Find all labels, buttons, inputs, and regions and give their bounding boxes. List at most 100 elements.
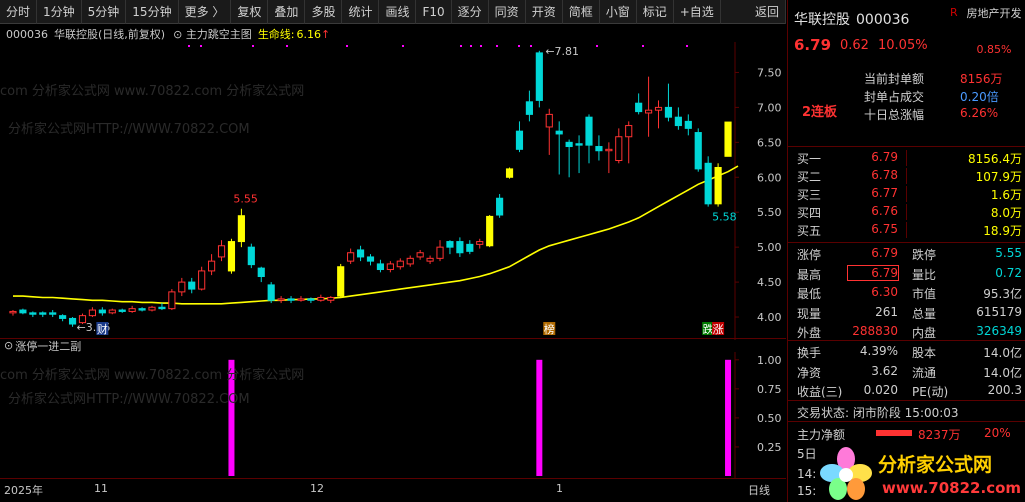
dragon-tiger-marker: 榜 [544,322,555,336]
sector-name[interactable]: 房地产开发 [966,7,1022,21]
bid-row[interactable]: 买四 6.76 8.0万 [788,204,1025,220]
stat-label: 最高 [797,267,822,282]
consecutive-limit-badge: 2连板 [802,105,838,120]
toolbar-item[interactable]: 小窗 [600,0,637,24]
toolbar-item[interactable]: F10 [416,0,452,24]
toolbar-item[interactable]: 多股 [305,0,343,24]
toolbar-item[interactable]: 分时 [0,0,38,24]
stat-value: 6.79 [871,246,898,260]
y-tick-label: 5.50 [757,206,782,219]
candle-body [19,309,27,314]
signal-bar [725,359,732,476]
toolbar-item[interactable]: 逐分 [452,0,489,24]
site-logo: 分析家公式网 www.70822.com [816,443,1025,502]
stat-value: 6.30 [871,285,898,299]
indicator-label: 主力跳空主图 [185,28,252,41]
toolbar-item[interactable]: +自选 [674,0,721,24]
candle-body [615,136,623,162]
signal-dot [642,45,644,47]
toolbar-item[interactable]: 叠加 [268,0,306,24]
candle-body [446,241,454,248]
toolbar-item[interactable]: 统计 [342,0,380,24]
candlestick-chart[interactable]: 7.50 7.00 6.50 6.00 5.50 5.00 4.50 4.00 5.55 ←7.8… [0,42,786,340]
seal-label: 十日总涨幅 [864,108,925,122]
candle-body [605,148,613,152]
price-change: 0.62 [840,38,869,53]
stat-label: 换手 [797,346,822,360]
sector-pct: 0.85% [976,43,1012,56]
toolbar-item[interactable]: 开资 [526,0,563,24]
bid-row[interactable]: 买一 6.79 8156.4万 [788,150,1025,166]
signal-dot [286,45,288,47]
candle-body [555,130,563,135]
bid-row[interactable]: 买五 6.75 18.9万 [788,222,1025,238]
stat-label: 跌停 [912,248,937,262]
candle-body [635,102,643,113]
stat-row: 现量 261 总量 615179 [788,305,1025,321]
net-flow-value: 8237万 [918,428,961,442]
sub-indicator-icon[interactable]: ⊙ [4,339,13,352]
stat-value: 3.62 [871,363,898,378]
stat-row: 最高 6.79 量比 0.72 [788,264,1025,282]
candle-body [366,256,375,262]
life-line-ma [13,165,739,305]
candle-body [158,306,166,310]
toolbar-item[interactable]: 返回 [749,0,786,24]
candle-body [585,116,593,146]
toolbar-item[interactable]: 画线 [379,0,417,24]
candle-body [9,310,17,314]
life-line-value: 6.16 [296,27,322,41]
column-divider [906,150,907,166]
candle-body [625,125,633,138]
candle-body [59,315,67,319]
stat-value: 14.0亿 [983,365,1022,380]
bid-price: 6.75 [871,222,898,236]
candle-body [118,309,126,312]
high-annotation: 5.55 [233,193,258,206]
sub-indicator-chart[interactable]: 1.00 0.75 0.50 0.25 [0,352,786,478]
bid-level: 买二 [797,170,822,184]
candle-body [217,245,226,258]
y-tick-label: 5.00 [757,241,782,254]
toolbar-item[interactable]: 15分钟 [126,0,179,24]
stat-label: 现量 [797,306,822,321]
bid-row[interactable]: 买二 6.78 107.9万 [788,168,1025,184]
bid-level: 买三 [797,188,822,202]
y-tick-label: 0.50 [757,412,782,425]
candle-body [496,197,504,216]
x-label-dec: 12 [310,482,324,495]
bid-row[interactable]: 买三 6.77 1.6万 [788,186,1025,202]
toolbar-item[interactable]: 标记 [637,0,674,24]
indicator-name[interactable]: ⊙ 主力跳空主图 [173,26,252,42]
candle-body [456,241,464,254]
y-tick-label: 6.00 [757,171,782,184]
bid-price: 6.79 [871,150,898,164]
signal-dot [402,45,404,47]
stat-label: 净资 [797,365,822,380]
toolbar-item[interactable]: 1分钟 [37,0,82,24]
x-label-period[interactable]: 日线 [748,482,770,498]
bid-volume: 107.9万 [975,170,1022,184]
stock-name: 华联控股(日线,前复权) [54,28,166,41]
candle-body [198,270,206,290]
candle-body [565,141,573,148]
candle-body [347,252,355,262]
toolbar-item[interactable]: 复权 [231,0,269,24]
stat-value: 615179 [976,304,1022,319]
candle-body [645,109,653,114]
column-divider [906,186,907,202]
candle-body [466,243,474,252]
sub-chart-header: ⊙ 涨停一进二副 [0,338,786,353]
stat-value: 326349 [976,324,1022,338]
toolbar-item[interactable]: 简框 [563,0,600,24]
toolbar-item[interactable]: 5分钟 [82,0,127,24]
candle-body [29,312,37,315]
toolbar-item[interactable]: 同资 [489,0,526,24]
signal-dot [346,45,348,47]
stat-label: 外盘 [797,326,822,340]
candle-body [188,281,196,290]
signal-bar [536,359,543,476]
toolbar-item[interactable]: 更多 〉 [179,0,232,24]
signal-dot [460,45,462,47]
bid-level: 买五 [797,224,822,238]
